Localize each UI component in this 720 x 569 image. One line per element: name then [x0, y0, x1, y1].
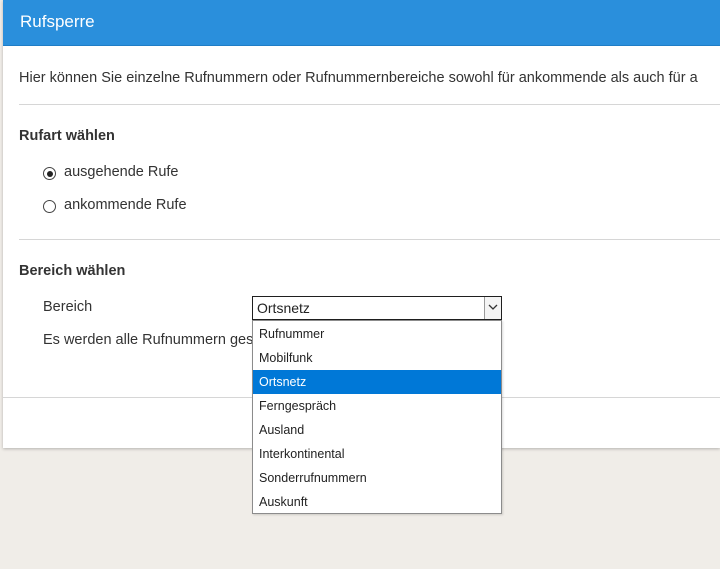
- rufart-section-title: Rufart wählen: [19, 128, 115, 144]
- dropdown-option-auskunft[interactable]: Auskunft: [253, 490, 501, 514]
- dropdown-option-ferngespraech[interactable]: Ferngespräch: [253, 394, 501, 418]
- dropdown-option-mobilfunk[interactable]: Mobilfunk: [253, 346, 501, 370]
- dialog-header: Rufsperre: [3, 0, 720, 46]
- bereich-dropdown-list: Rufnummer Mobilfunk Ortsnetz Ferngespräc…: [252, 320, 502, 514]
- dropdown-option-ortsnetz[interactable]: Ortsnetz: [253, 370, 501, 394]
- divider: [19, 104, 720, 105]
- radio-button[interactable]: [43, 200, 56, 213]
- radio-label[interactable]: ankommende Rufe: [64, 197, 187, 213]
- bereich-info-text: Es werden alle Rufnummern ges: [43, 332, 254, 348]
- dropdown-option-interkontinental[interactable]: Interkontinental: [253, 442, 501, 466]
- dropdown-option-ausland[interactable]: Ausland: [253, 418, 501, 442]
- bereich-select[interactable]: Ortsnetz: [252, 296, 502, 320]
- bereich-section-title: Bereich wählen: [19, 263, 126, 279]
- radio-button-checked[interactable]: [43, 167, 56, 180]
- bereich-label: Bereich: [43, 299, 93, 315]
- select-value[interactable]: Ortsnetz: [257, 300, 310, 316]
- radio-label[interactable]: ausgehende Rufe: [64, 164, 179, 180]
- dropdown-option-rufnummer[interactable]: Rufnummer: [253, 322, 501, 346]
- intro-text: Hier können Sie einzelne Rufnummern oder…: [19, 70, 698, 86]
- divider: [19, 239, 720, 240]
- dropdown-option-sonderrufnummern[interactable]: Sonderrufnummern: [253, 466, 501, 490]
- chevron-down-icon[interactable]: [484, 297, 501, 319]
- dialog-title: Rufsperre: [20, 12, 95, 31]
